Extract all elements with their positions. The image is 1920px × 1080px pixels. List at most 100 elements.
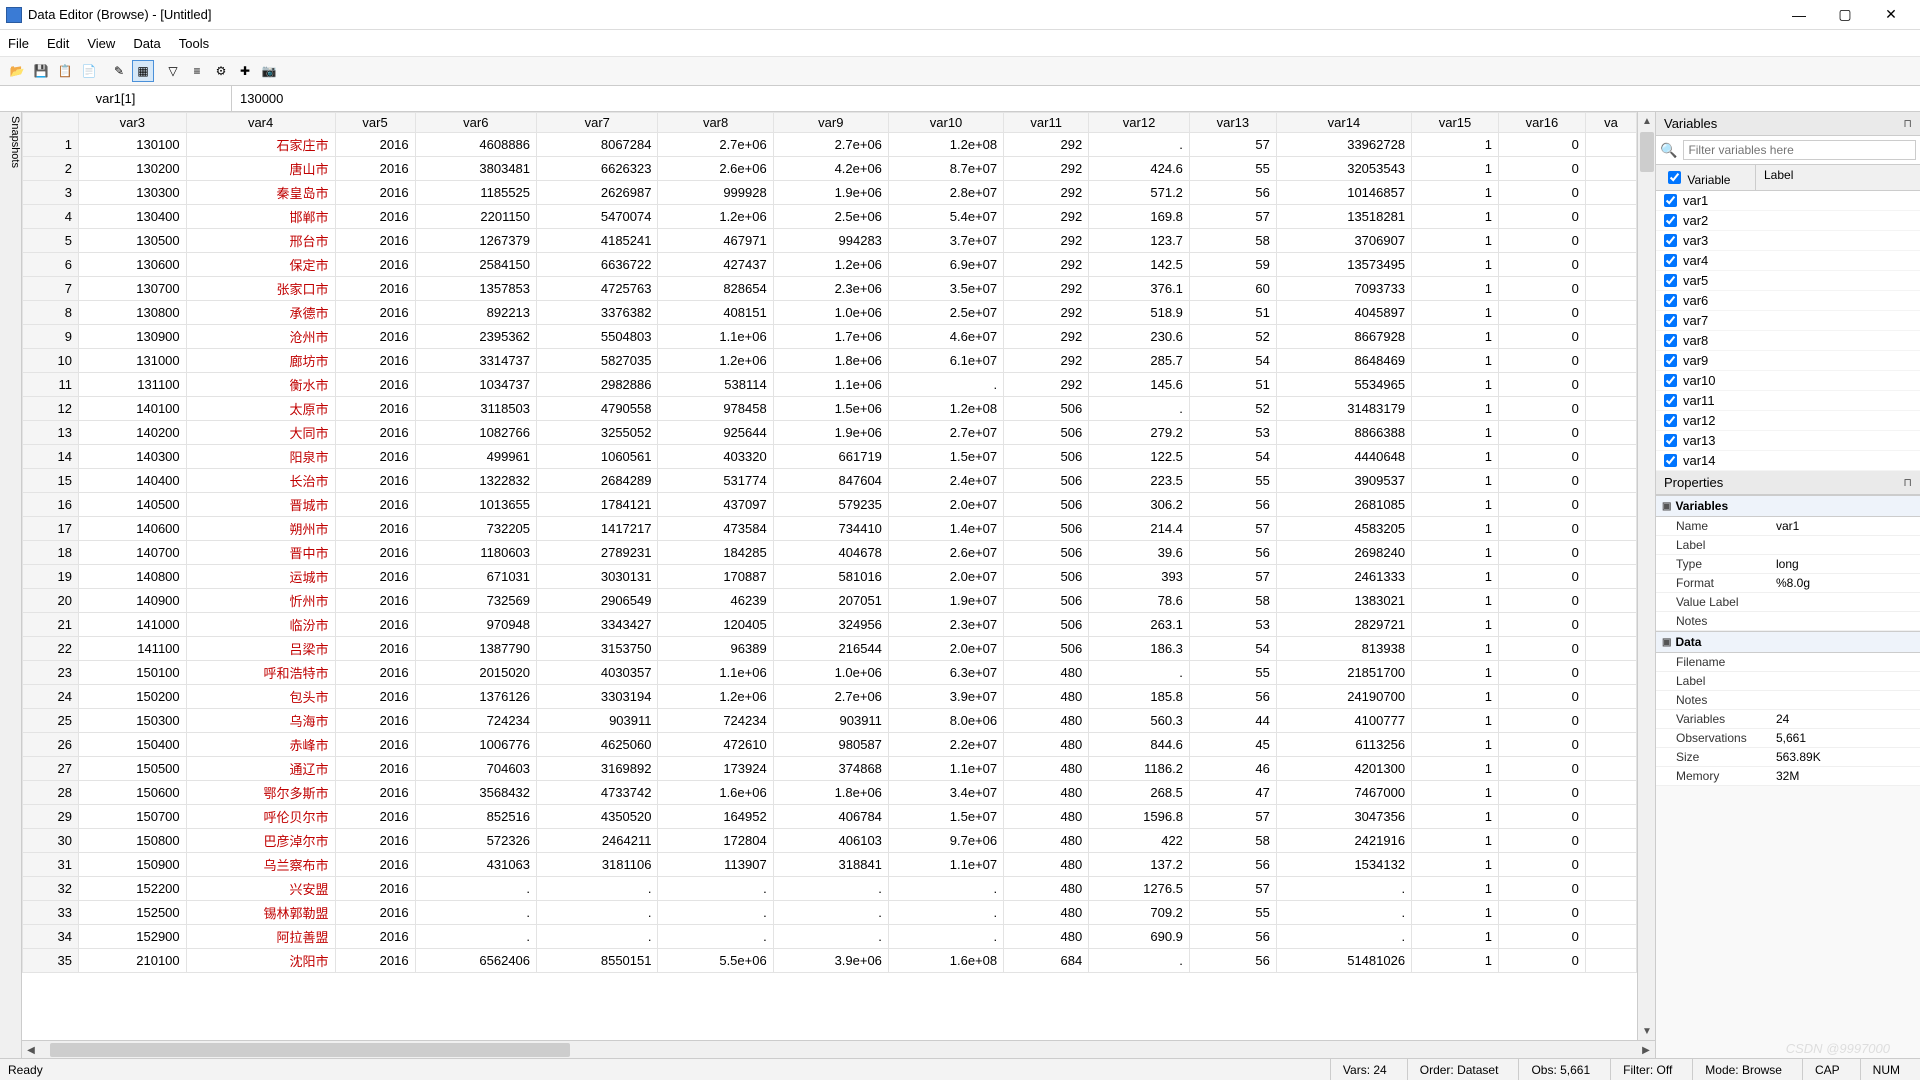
cell[interactable] [1585,493,1636,517]
cell[interactable]: 7467000 [1276,781,1411,805]
cell[interactable]: 1 [1412,253,1499,277]
cell[interactable] [1585,637,1636,661]
variable-checkbox[interactable] [1664,414,1677,427]
cell[interactable]: 150800 [79,829,187,853]
cell[interactable]: 33962728 [1276,133,1411,157]
cell[interactable]: 210100 [79,949,187,973]
cell[interactable]: 1 [1412,325,1499,349]
cell[interactable]: 0 [1498,637,1585,661]
cell[interactable]: 2016 [335,541,415,565]
cell[interactable]: 1 [1412,637,1499,661]
variable-checkbox[interactable] [1664,214,1677,227]
cell[interactable]: 乌兰察布市 [186,853,335,877]
menu-edit[interactable]: Edit [47,36,69,51]
row-number[interactable]: 9 [23,325,79,349]
table-row[interactable]: 1130100石家庄市2016460888680672842.7e+062.7e… [23,133,1637,157]
cell[interactable]: 2016 [335,205,415,229]
cell[interactable]: 56 [1189,181,1276,205]
cell[interactable]: 1 [1412,421,1499,445]
cell[interactable] [1585,253,1636,277]
cell[interactable]: 480 [1004,685,1089,709]
cell[interactable]: 0 [1498,733,1585,757]
variable-item-var7[interactable]: var7 [1656,311,1920,331]
cell[interactable]: 1534132 [1276,853,1411,877]
cell[interactable] [1585,373,1636,397]
cell[interactable]: 2016 [335,781,415,805]
cell[interactable]: . [658,877,773,901]
cell[interactable]: 0 [1498,589,1585,613]
variable-item-var14[interactable]: var14 [1656,451,1920,471]
cell[interactable]: 2016 [335,517,415,541]
camera-icon[interactable]: 📷 [258,60,280,82]
table-row[interactable]: 20140900忻州市20167325692906549462392070511… [23,589,1637,613]
cell[interactable]: 承德市 [186,301,335,325]
row-number[interactable]: 23 [23,661,79,685]
col-header-var14[interactable]: var14 [1276,113,1411,133]
col-header-var8[interactable]: var8 [658,113,773,133]
property-row[interactable]: Namevar1 [1656,517,1920,536]
cell[interactable]: 2016 [335,589,415,613]
cell[interactable]: 506 [1004,637,1089,661]
property-row[interactable]: Memory32M [1656,767,1920,786]
cell[interactable]: 130300 [79,181,187,205]
cell[interactable]: 2698240 [1276,541,1411,565]
variable-checkbox[interactable] [1664,354,1677,367]
cell[interactable]: 480 [1004,925,1089,949]
table-row[interactable]: 23150100呼和浩特市2016201502040303571.1e+061.… [23,661,1637,685]
cell[interactable]: 1.5e+07 [888,805,1003,829]
cell[interactable]: 6562406 [415,949,536,973]
cell[interactable]: 2.3e+06 [773,277,888,301]
cell[interactable]: 140300 [79,445,187,469]
cell[interactable]: 152900 [79,925,187,949]
cell[interactable]: 2015020 [415,661,536,685]
cell[interactable]: 2016 [335,613,415,637]
table-row[interactable]: 25150300乌海市20167242349039117242349039118… [23,709,1637,733]
cell[interactable]: 1060561 [537,445,658,469]
cell[interactable]: 130700 [79,277,187,301]
cell[interactable]: 3181106 [537,853,658,877]
cell[interactable]: 0 [1498,805,1585,829]
cell[interactable]: . [888,925,1003,949]
cell[interactable]: 560.3 [1089,709,1190,733]
col-header-var5[interactable]: var5 [335,113,415,133]
cell[interactable]: 292 [1004,253,1089,277]
row-number[interactable]: 20 [23,589,79,613]
property-row[interactable]: Typelong [1656,555,1920,574]
cell[interactable]: 406103 [773,829,888,853]
row-number[interactable]: 31 [23,853,79,877]
row-number[interactable]: 33 [23,901,79,925]
cell[interactable]: 44 [1189,709,1276,733]
cell[interactable]: 1.6e+08 [888,949,1003,973]
cell[interactable]: 4790558 [537,397,658,421]
cell[interactable]: 2016 [335,373,415,397]
cell[interactable]: 鄂尔多斯市 [186,781,335,805]
variables-filter-input[interactable] [1683,140,1916,160]
cell[interactable] [1585,709,1636,733]
cell[interactable]: 4.6e+07 [888,325,1003,349]
variable-checkbox[interactable] [1664,434,1677,447]
cell[interactable]: 2016 [335,349,415,373]
cell[interactable]: 2684289 [537,469,658,493]
cell[interactable]: 57 [1189,133,1276,157]
cell[interactable]: 2789231 [537,541,658,565]
cell[interactable]: 4440648 [1276,445,1411,469]
cell[interactable]: 6636722 [537,253,658,277]
cell[interactable]: 4100777 [1276,709,1411,733]
cell[interactable]: 427437 [658,253,773,277]
cell[interactable]: 1.2e+06 [658,205,773,229]
cell[interactable]: 8.7e+07 [888,157,1003,181]
cell[interactable]: 邢台市 [186,229,335,253]
cell[interactable]: 廊坊市 [186,349,335,373]
cell[interactable]: 1 [1412,469,1499,493]
cell[interactable]: 130200 [79,157,187,181]
cell[interactable]: 263.1 [1089,613,1190,637]
cell[interactable]: 480 [1004,733,1089,757]
cell[interactable]: 150900 [79,853,187,877]
cell[interactable]: 404678 [773,541,888,565]
cell[interactable]: 292 [1004,373,1089,397]
cell[interactable]: 393 [1089,565,1190,589]
cell[interactable]: 480 [1004,781,1089,805]
cell[interactable] [1585,133,1636,157]
cell[interactable]: 2584150 [415,253,536,277]
cell[interactable]: 1 [1412,133,1499,157]
